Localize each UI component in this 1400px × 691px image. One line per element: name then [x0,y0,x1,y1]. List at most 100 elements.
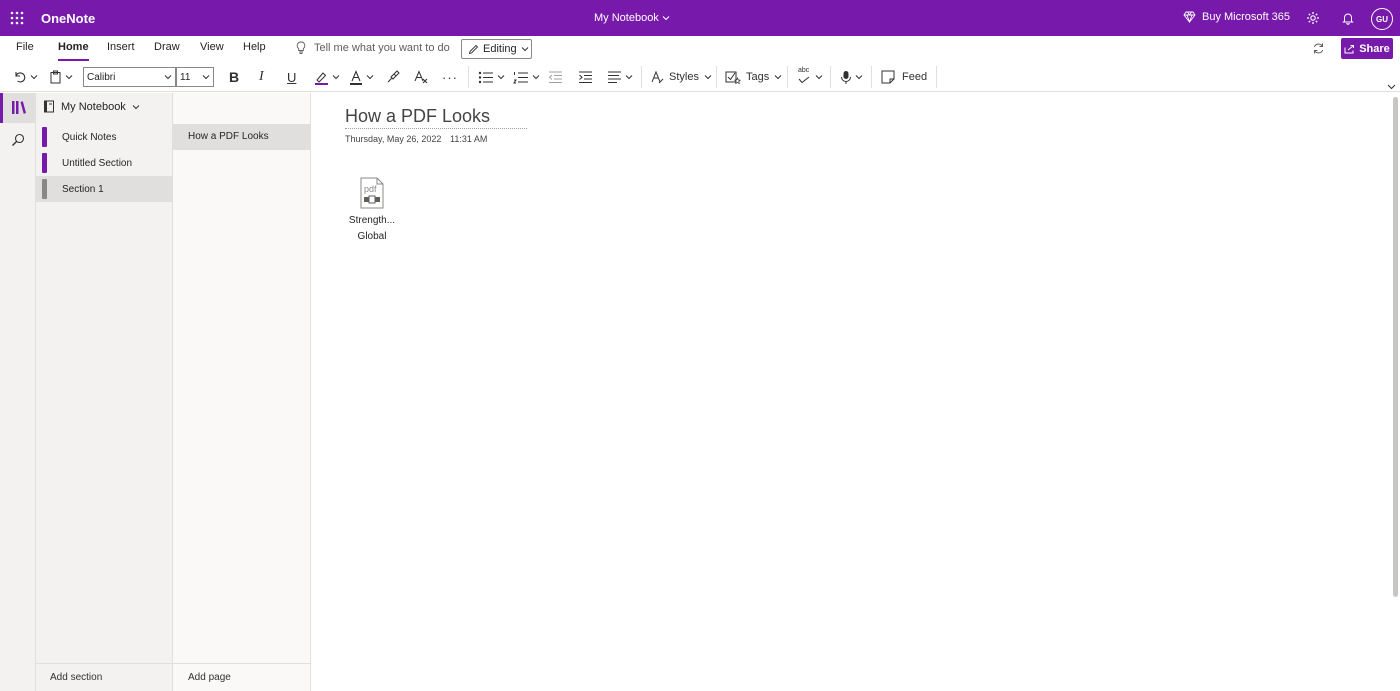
vertical-scrollbar[interactable] [1391,93,1400,691]
more-options-button[interactable]: ··· [442,68,458,86]
divider [871,66,872,88]
ribbon-collapse-chevron-icon[interactable] [1387,82,1396,91]
section-color-tab [42,127,47,147]
app-name[interactable]: OneNote [41,11,95,26]
highlight-button[interactable] [314,68,340,86]
section-item-untitled-section[interactable]: Untitled Section [36,150,173,176]
tab-view[interactable]: View [200,41,224,53]
chevron-down-icon [202,75,210,80]
microphone-icon [841,70,851,84]
tags-label: Tags [746,71,770,83]
format-painter-button[interactable] [386,68,400,86]
pdf-file-icon: pdf [359,177,385,209]
bullets-button[interactable] [478,68,505,86]
divider [787,66,788,88]
pdf-attachment[interactable]: pdf Strength... Global [341,177,403,245]
notifications-bell-icon[interactable] [1341,11,1355,25]
diamond-icon [1183,11,1196,23]
page-title[interactable]: How a PDF Looks [345,106,490,127]
styles-label: Styles [669,71,699,83]
search-icon[interactable] [11,133,25,147]
section-color-tab [42,179,47,199]
notebook-title-dropdown[interactable]: My Notebook [594,12,670,24]
pencil-icon [468,44,479,54]
chevron-down-icon [855,75,863,80]
add-page-button[interactable]: Add page [173,663,310,691]
divider [936,66,937,88]
app-launcher-icon[interactable] [10,11,24,25]
numbering-button[interactable] [513,68,540,86]
section-label: Quick Notes [62,131,117,143]
font-size-value: 11 [180,71,191,83]
font-family-select[interactable]: Calibri [83,67,176,87]
increase-indent-button[interactable] [578,68,593,86]
tags-button[interactable]: Tags [725,68,782,86]
section-label: Section 1 [62,183,104,195]
notebook-selector[interactable]: My Notebook [43,100,140,113]
add-section-button[interactable]: Add section [36,663,173,691]
share-button[interactable]: Share [1341,38,1393,59]
chevron-down-icon [774,75,782,80]
clipboard-icon [50,70,61,84]
feed-icon [881,70,895,84]
clear-formatting-button[interactable] [413,68,428,86]
lightbulb-icon [296,41,306,54]
page-date: Thursday, May 26, 2022 [345,134,442,144]
alignment-button[interactable] [607,68,633,86]
tab-home[interactable]: Home [58,41,89,61]
font-color-button[interactable] [349,68,374,86]
tab-insert[interactable]: Insert [107,41,135,53]
share-icon [1344,44,1355,53]
feed-button[interactable]: Feed [881,68,927,86]
chevron-down-icon [662,16,670,21]
settings-gear-icon[interactable] [1306,11,1320,25]
bold-button[interactable]: B [229,68,239,86]
editing-label: Editing [483,43,517,55]
chevron-down-icon [704,75,712,80]
tab-draw[interactable]: Draw [154,41,180,53]
chevron-down-icon [366,75,374,80]
section-item-quick-notes[interactable]: Quick Notes [36,124,173,150]
tab-help[interactable]: Help [243,41,266,53]
page-item-how-a-pdf-looks[interactable]: How a PDF Looks [173,124,310,150]
section-item-section-1[interactable]: Section 1 [36,176,173,202]
tell-me-search[interactable]: Tell me what you want to do [296,41,450,54]
share-label: Share [1359,42,1390,55]
sync-icon[interactable] [1312,42,1325,55]
page-canvas[interactable]: How a PDF Looks Thursday, May 26, 2022 1… [311,93,1391,691]
font-color-icon [350,69,362,85]
chevron-down-icon [132,104,140,109]
notebooks-button[interactable] [0,93,36,123]
user-avatar[interactable]: GU [1371,8,1393,30]
divider [716,66,717,88]
align-left-icon [608,71,621,83]
spell-check-icon: abc [797,67,813,85]
tab-file[interactable]: File [16,41,34,53]
underline-button[interactable]: U [287,68,296,86]
styles-button[interactable]: Styles [650,68,712,86]
decrease-indent-button[interactable] [548,68,563,86]
section-color-tab [42,153,47,173]
scrollbar-thumb[interactable] [1393,97,1398,597]
spelling-button[interactable]: abc [797,67,823,86]
menu-bar: File Home Insert Draw View Help Tell me … [0,36,1400,62]
undo-button[interactable] [13,68,38,86]
divider [641,66,642,88]
chevron-down-icon [65,75,73,80]
chevron-down-icon [625,75,633,80]
font-size-select[interactable]: 11 [176,67,214,87]
notebook-icon [44,100,54,113]
clear-formatting-icon [414,70,428,84]
section-label: Untitled Section [62,157,133,169]
font-family-value: Calibri [87,71,116,83]
italic-button[interactable]: I [259,68,264,86]
clipboard-button[interactable] [49,68,73,86]
buy-microsoft-365-button[interactable]: Buy Microsoft 365 [1183,11,1290,23]
outdent-icon [548,71,562,83]
navigation-rail [0,93,36,691]
dictate-button[interactable] [840,68,863,86]
title-bar: OneNote My Notebook Buy Microsoft 365 GU [0,0,1400,36]
editing-mode-dropdown[interactable]: Editing [461,39,532,59]
styles-icon [651,70,664,84]
highlighter-icon [315,71,328,85]
